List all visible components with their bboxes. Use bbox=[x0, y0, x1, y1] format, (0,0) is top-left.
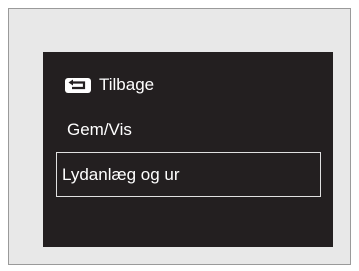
back-label: Tilbage bbox=[99, 75, 155, 94]
return-arrow-icon bbox=[65, 77, 91, 93]
audio-clock-menu-item[interactable]: Lydanlæg og ur bbox=[56, 152, 321, 197]
back-menu-item[interactable]: Tilbage bbox=[56, 66, 320, 104]
figure-frame: Tilbage Gem/Vis Lydanlæg og ur bbox=[8, 8, 351, 265]
save-show-label: Gem/Vis bbox=[67, 120, 132, 139]
save-show-menu-item[interactable]: Gem/Vis bbox=[56, 111, 320, 149]
audio-clock-label: Lydanlæg og ur bbox=[62, 164, 180, 184]
display-screen: Tilbage Gem/Vis Lydanlæg og ur bbox=[43, 52, 333, 247]
